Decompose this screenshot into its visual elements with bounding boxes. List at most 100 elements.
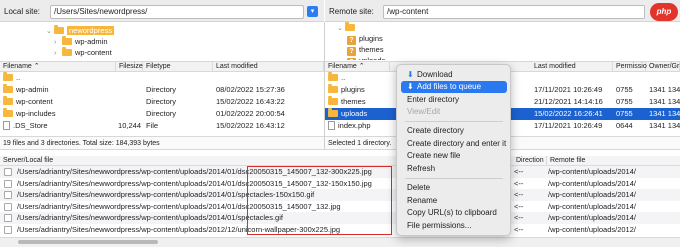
menu-item-create-directory[interactable]: Create directory — [401, 125, 507, 137]
file-name: .DS_Store — [13, 121, 48, 130]
column-header-last-modified[interactable]: Last modified — [213, 62, 324, 72]
queue-direction: <-- — [514, 167, 524, 176]
remote-site-bar: Remote site: /wp-content — [325, 0, 680, 22]
column-header-filetype[interactable]: Filetype — [143, 62, 213, 72]
queue-list: /Users/adriantry/Sites/newwordpress/wp-c… — [0, 166, 680, 236]
column-header-filename[interactable]: Filename ⌃ — [0, 62, 116, 72]
remote-tree-item[interactable]: ?uploads — [347, 55, 385, 60]
queue-row-checkbox[interactable] — [4, 225, 12, 234]
queue-row-checkbox[interactable] — [4, 214, 12, 222]
folder-icon — [3, 72, 13, 81]
chevron-down-icon[interactable]: ⌄ — [337, 23, 345, 34]
queue-local-file: /Users/adriantry/Sites/newwordpress/wp-c… — [17, 224, 341, 234]
queue-row[interactable]: /Users/adriantry/Sites/newwordpress/wp-c… — [0, 189, 680, 201]
menu-item-create-directory-and-enter[interactable]: Create directory and enter it — [401, 138, 507, 150]
column-header-direction[interactable]: Direction — [513, 156, 547, 166]
folder-icon — [3, 108, 13, 117]
column-header-filesize[interactable]: Filesize — [116, 62, 143, 72]
local-tree: ⌄ newordpress › wp-admin › wp-content — [0, 22, 324, 60]
queue-remote-file: /wp-content/uploads/2014/ — [548, 190, 636, 199]
menu-item-file-permissions[interactable]: File permissions... — [401, 220, 507, 232]
file-size: 10,244 — [118, 121, 141, 130]
unknown-folder-icon: ? — [347, 58, 356, 60]
queue-remote-file: /wp-content/uploads/2014/ — [548, 167, 636, 176]
remote-tree-item[interactable]: ⌄ — [337, 22, 358, 33]
file-name: .. — [341, 73, 346, 82]
folder-icon — [328, 84, 338, 93]
remote-tree-item[interactable]: ? plugins — [347, 33, 383, 45]
file-type: Directory — [146, 97, 177, 106]
local-tree-item[interactable]: › wp-content — [54, 47, 112, 58]
menu-item-refresh[interactable]: Refresh — [401, 163, 507, 175]
local-file-row[interactable]: wp-content Directory 15/02/2022 16:43:22 — [0, 96, 324, 108]
remote-site-label: Remote site: — [329, 7, 374, 16]
file-name: .. — [16, 73, 21, 82]
remote-tree: ⌄ ?plugins ?themes ?uploads — [325, 22, 680, 60]
queue-remote-file: /wp-content/uploads/2012/ — [548, 224, 636, 234]
local-site-dropdown-icon[interactable]: ▾ — [307, 6, 318, 17]
file-modified: 15/02/2022 16:26:41 — [534, 109, 603, 118]
file-owner: 1341 1343 — [649, 109, 680, 118]
queue-row[interactable]: /Users/adriantry/Sites/newwordpress/wp-c… — [0, 166, 680, 178]
file-modified: 17/11/2021 10:26:49 — [534, 85, 603, 94]
menu-separator — [405, 178, 503, 179]
local-file-row[interactable]: wp-includes Directory 01/02/2022 20:00:5… — [0, 108, 324, 120]
local-site-path-input[interactable]: /Users/Sites/newordpress/ — [50, 5, 304, 19]
queue-row[interactable]: /Users/adriantry/Sites/newwordpress/wp-c… — [0, 178, 680, 190]
file-name: wp-admin — [16, 85, 49, 94]
column-header-last-modified[interactable]: Last modified — [531, 62, 613, 72]
local-site-bar: Local site: /Users/Sites/newordpress/ ▾ — [0, 0, 324, 22]
folder-icon — [54, 25, 64, 34]
file-name: wp-content — [16, 97, 53, 106]
queue-row-checkbox[interactable] — [4, 202, 12, 211]
menu-item-enter-directory[interactable]: Enter directory — [401, 94, 507, 106]
file-permissions: 0755 — [616, 109, 633, 118]
queue-row[interactable]: /Users/adriantry/Sites/newwordpress/wp-c… — [0, 224, 680, 236]
folder-icon — [345, 22, 355, 31]
local-tree-item[interactable]: ⌄ newordpress — [46, 25, 114, 36]
folder-icon — [62, 47, 72, 56]
column-header-remote-file[interactable]: Remote file — [547, 156, 680, 166]
menu-item-rename[interactable]: Rename — [401, 195, 507, 207]
file-owner: 1341 1343 — [649, 97, 680, 106]
file-modified: 21/12/2021 14:14:16 — [534, 97, 603, 106]
remote-tree-item[interactable]: ? themes — [347, 44, 384, 56]
queue-local-file: /Users/adriantry/Sites/newwordpress/wp-c… — [17, 178, 372, 188]
folder-icon — [3, 96, 13, 105]
queue-row-checkbox[interactable] — [4, 179, 12, 188]
remote-tree-label: themes — [359, 45, 384, 54]
menu-item-delete[interactable]: Delete — [401, 182, 507, 194]
column-header-permissions[interactable]: Permissio — [613, 62, 647, 72]
file-permissions: 0644 — [616, 121, 633, 130]
local-list-header: Filename ⌃ Filesize Filetype Last modifi… — [0, 61, 324, 72]
local-file-row[interactable]: .. — [0, 72, 324, 84]
remote-tree-label: plugins — [359, 34, 383, 43]
queue-row-checkbox[interactable] — [4, 168, 12, 176]
column-header-filename[interactable]: Filename ⌃ — [325, 62, 390, 72]
queue-row[interactable]: /Users/adriantry/Sites/newwordpress/wp-c… — [0, 201, 680, 213]
remote-site-path-input[interactable]: /wp-content — [383, 5, 645, 19]
file-name: index.php — [338, 121, 371, 130]
local-status-text: 19 files and 3 directories. Total size: … — [0, 136, 324, 150]
chevron-right-icon[interactable]: › — [54, 48, 62, 59]
folder-icon — [62, 36, 72, 45]
scrollbar-thumb[interactable] — [18, 240, 158, 244]
menu-item-copy-urls[interactable]: Copy URL(s) to clipboard — [401, 207, 507, 219]
queue-local-file: /Users/adriantry/Sites/newwordpress/wp-c… — [17, 201, 341, 211]
queue-local-file: /Users/adriantry/Sites/newwordpress/wp-c… — [17, 167, 372, 176]
menu-item-download[interactable]: ⬇ Download — [401, 69, 507, 81]
local-file-row[interactable]: wp-admin Directory 08/02/2022 15:27:36 — [0, 84, 324, 96]
queue-direction: <-- — [514, 224, 524, 234]
context-menu: ⬇ Download ⬇ Add files to queue Enter dire… — [396, 64, 511, 236]
local-tree-label: wp-admin — [75, 37, 108, 46]
file-modified: 15/02/2022 16:43:12 — [216, 121, 285, 130]
queue-row-checkbox[interactable] — [4, 191, 12, 199]
local-file-row[interactable]: .DS_Store 10,244 File 15/02/2022 16:43:1… — [0, 120, 324, 132]
menu-item-create-new-file[interactable]: Create new file — [401, 150, 507, 162]
file-name: themes — [341, 97, 366, 106]
local-tree-item[interactable]: › wp-admin — [54, 36, 108, 47]
queue-row[interactable]: /Users/adriantry/Sites/newwordpress/wp-c… — [0, 212, 680, 224]
column-header-owner-group[interactable]: Owner/Gr — [646, 62, 680, 72]
chevron-down-icon[interactable]: ⌄ — [46, 26, 54, 37]
menu-item-add-to-queue[interactable]: ⬇ Add files to queue — [401, 81, 507, 93]
